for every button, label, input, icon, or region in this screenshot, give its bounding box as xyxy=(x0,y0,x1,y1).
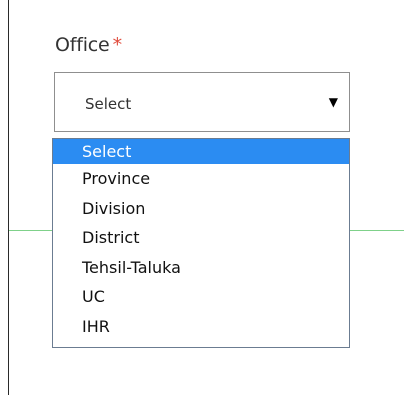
office-field-label: Office * xyxy=(55,33,122,57)
office-select[interactable]: Select ▼ xyxy=(54,72,350,132)
dropdown-option-division[interactable]: Division xyxy=(53,194,349,224)
dropdown-option-district[interactable]: District xyxy=(53,223,349,253)
dropdown-option-ihr[interactable]: IHR xyxy=(53,312,349,342)
dropdown-option-province[interactable]: Province xyxy=(53,164,349,194)
dropdown-option-select[interactable]: Select xyxy=(53,139,349,164)
dropdown-arrow-icon: ▼ xyxy=(328,95,338,109)
page-border-line xyxy=(8,0,9,395)
office-label-text: Office xyxy=(55,34,110,56)
dropdown-option-uc[interactable]: UC xyxy=(53,282,349,312)
office-dropdown-list: Select Province Division District Tehsil… xyxy=(52,138,350,348)
dropdown-option-tehsil-taluka[interactable]: Tehsil-Taluka xyxy=(53,253,349,283)
select-current-value: Select xyxy=(85,95,132,113)
required-indicator: * xyxy=(112,34,123,56)
